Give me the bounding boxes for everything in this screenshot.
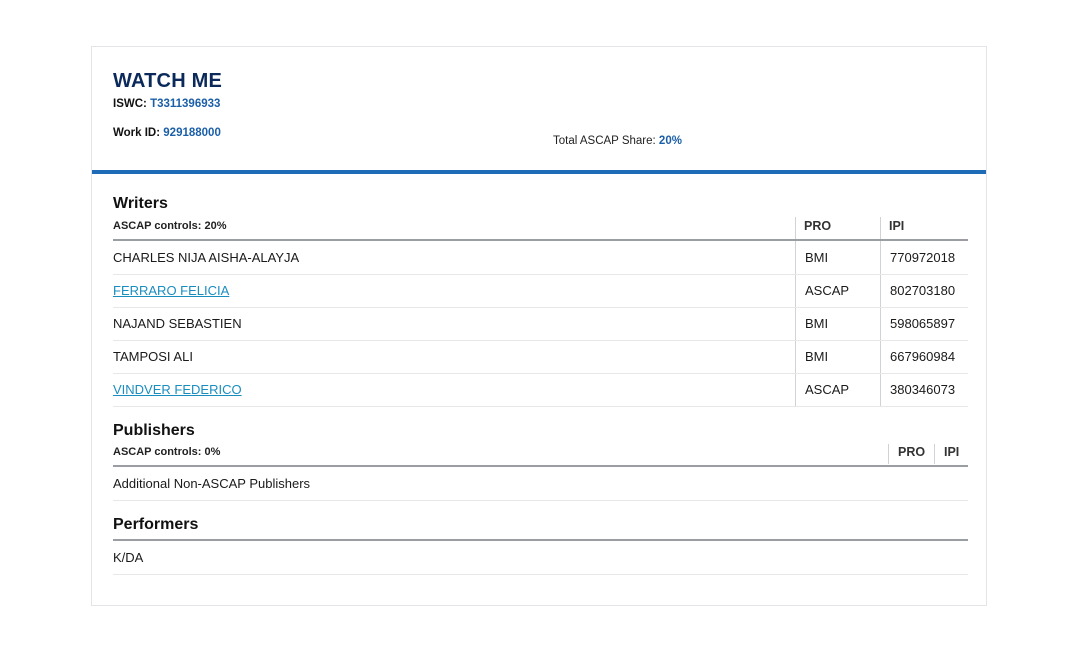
writer-row: TAMPOSI ALI BMI 667960984 bbox=[113, 340, 968, 373]
work-details-card: WATCH ME ISWC: T3311396933 Work ID: 9291… bbox=[91, 46, 987, 606]
writer-row: VINDVER FEDERICO ASCAP 380346073 bbox=[113, 373, 968, 406]
work-id-line: Work ID: 929188000 bbox=[113, 127, 221, 139]
iswc-label: ISWC: bbox=[113, 98, 147, 110]
writer-pro: ASCAP bbox=[805, 382, 850, 397]
row-divider bbox=[113, 574, 968, 575]
writer-name-link[interactable]: VINDVER FEDERICO bbox=[113, 382, 242, 397]
writer-pro: ASCAP bbox=[805, 283, 850, 298]
total-share-label: Total ASCAP Share: bbox=[553, 135, 656, 147]
writers-col-pro: PRO bbox=[804, 219, 832, 233]
writer-name: NAJAND SEBASTIEN bbox=[113, 316, 242, 331]
writer-ipi: 802703180 bbox=[890, 283, 956, 298]
publishers-heading: Publishers bbox=[113, 422, 195, 439]
performer-row: K/DA bbox=[113, 541, 968, 574]
writers-heading: Writers bbox=[113, 195, 168, 212]
publishers-pro-divider bbox=[888, 444, 889, 464]
writer-pro: BMI bbox=[805, 316, 829, 331]
work-title: WATCH ME bbox=[113, 70, 222, 92]
writers-col-ipi: IPI bbox=[889, 219, 905, 233]
work-id-value: 929188000 bbox=[163, 127, 221, 139]
publishers-col-ipi: IPI bbox=[944, 445, 960, 459]
writers-controls: ASCAP controls: 20% bbox=[113, 220, 227, 232]
writer-ipi: 770972018 bbox=[890, 250, 956, 265]
publishers-controls: ASCAP controls: 0% bbox=[113, 446, 221, 458]
row-divider bbox=[113, 406, 968, 407]
writer-row: CHARLES NIJA AISHA-ALAYJA BMI 770972018 bbox=[113, 241, 968, 274]
writer-ipi: 667960984 bbox=[890, 349, 956, 364]
writer-row: FERRARO FELICIA ASCAP 802703180 bbox=[113, 274, 968, 307]
writer-name: CHARLES NIJA AISHA-ALAYJA bbox=[113, 250, 300, 265]
publisher-name: Additional Non-ASCAP Publishers bbox=[113, 476, 311, 491]
writer-pro: BMI bbox=[805, 349, 829, 364]
iswc-value: T3311396933 bbox=[150, 98, 221, 110]
publishers-col-pro: PRO bbox=[898, 445, 926, 459]
writer-pro: BMI bbox=[805, 250, 829, 265]
total-share-line: Total ASCAP Share: 20% bbox=[553, 135, 682, 147]
writer-name-link[interactable]: FERRARO FELICIA bbox=[113, 283, 229, 298]
iswc-line: ISWC: T3311396933 bbox=[113, 98, 220, 110]
performer-name: K/DA bbox=[113, 550, 144, 565]
work-id-label: Work ID: bbox=[113, 127, 161, 139]
writer-name: TAMPOSI ALI bbox=[113, 349, 193, 364]
writer-ipi: 380346073 bbox=[890, 382, 956, 397]
header-divider bbox=[92, 170, 986, 174]
work-header: WATCH ME ISWC: T3311396933 Work ID: 9291… bbox=[92, 47, 986, 174]
row-divider bbox=[113, 500, 968, 501]
publishers-ipi-divider bbox=[934, 444, 935, 464]
writer-row: NAJAND SEBASTIEN BMI 598065897 bbox=[113, 307, 968, 340]
total-share-value: 20% bbox=[658, 135, 682, 147]
writer-ipi: 598065897 bbox=[890, 316, 956, 331]
publisher-row: Additional Non-ASCAP Publishers bbox=[113, 467, 968, 500]
performers-heading: Performers bbox=[113, 516, 199, 533]
